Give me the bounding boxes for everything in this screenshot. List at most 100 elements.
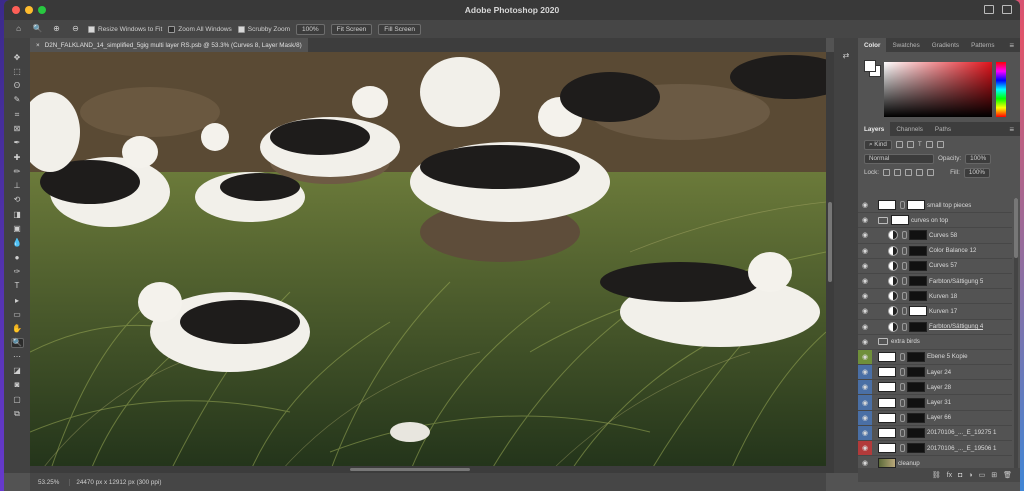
fill-field[interactable]: 100% <box>963 167 990 178</box>
trash-icon[interactable]: 🗑 <box>1003 471 1012 479</box>
fit-screen-button[interactable]: Fit Screen <box>330 23 373 35</box>
layer-thumbnail[interactable] <box>878 351 896 362</box>
pen-tool-icon[interactable]: ✑ <box>11 266 24 277</box>
folder-icon[interactable]: ▭ <box>979 471 986 479</box>
brush-tool-icon[interactable]: ✏ <box>11 166 24 177</box>
tab-layers[interactable]: Layers <box>858 122 891 136</box>
zoom-in-icon[interactable]: ⊕ <box>50 24 63 35</box>
frame-tool-icon[interactable]: ⊠ <box>11 123 24 134</box>
foreground-swatch[interactable] <box>864 60 876 72</box>
type-tool-icon[interactable]: T <box>11 281 24 292</box>
layer-thumbnail[interactable] <box>878 367 896 378</box>
layer-mask-thumbnail[interactable] <box>907 351 925 362</box>
tab-swatches[interactable]: Swatches <box>886 38 925 52</box>
layer-row[interactable]: ◉ Kurven 17 <box>858 304 1012 320</box>
layer-thumbnail[interactable] <box>878 382 896 393</box>
adjustment-icon[interactable] <box>888 321 898 332</box>
fx-icon[interactable]: fx <box>947 472 952 479</box>
canvas-vertical-scrollbar[interactable] <box>826 52 834 473</box>
layer-mask-thumbnail[interactable] <box>907 200 925 211</box>
scrubby-zoom-checkbox[interactable]: Scrubby Zoom <box>237 25 290 33</box>
new-layer-icon[interactable]: ⊞ <box>991 471 997 479</box>
lock-transparent-icon[interactable] <box>883 169 891 176</box>
tab-color[interactable]: Color <box>858 38 887 52</box>
adjustment-icon[interactable] <box>888 291 898 302</box>
layer-row[interactable]: ◉ 20170106_..._E_19275 1 <box>858 425 1012 441</box>
layer-row[interactable]: ◉ Layer 66 <box>858 410 1012 426</box>
layer-row[interactable]: ◉ curves on top <box>858 213 1012 229</box>
mask-icon[interactable]: ◘ <box>958 472 962 479</box>
minimize-window-button[interactable] <box>25 6 33 14</box>
layer-row[interactable]: ◉ 20170106_..._E_19506 1 <box>858 441 1012 457</box>
history-panel-icon[interactable]: ⇄ <box>840 50 853 61</box>
layer-mask-thumbnail[interactable] <box>909 245 927 256</box>
horizontal-scroll-thumb[interactable] <box>350 468 470 471</box>
canvas-horizontal-scrollbar[interactable] <box>30 466 826 473</box>
document-tab[interactable]: × D2N_FALKLAND_14_simplified_5gig multi … <box>30 38 308 52</box>
adjustment-icon[interactable] <box>888 306 898 317</box>
stamp-tool-icon[interactable]: ⊥ <box>11 181 24 192</box>
visibility-eye-icon[interactable]: ◉ <box>858 365 872 380</box>
quick-mask-tool-icon[interactable]: ◙ <box>11 380 24 391</box>
visibility-eye-icon[interactable]: ◉ <box>858 349 872 365</box>
blur-tool-icon[interactable]: 💧 <box>11 238 24 249</box>
quick-select-tool-icon[interactable]: ✎ <box>11 95 24 106</box>
rectangle-tool-icon[interactable]: ▭ <box>11 309 24 320</box>
color-panel-menu-icon[interactable]: ≡ <box>1009 41 1014 50</box>
link-icon[interactable] <box>902 246 907 255</box>
layers-scrollbar[interactable] <box>1014 198 1018 478</box>
layers-panel-menu-icon[interactable]: ≡ <box>1009 125 1014 134</box>
crop-tool-icon[interactable]: ⌗ <box>11 109 24 120</box>
home-icon[interactable]: ⌂ <box>12 24 25 35</box>
pixel-filter-icon[interactable] <box>895 141 903 148</box>
move-tool-icon[interactable]: ✥ <box>11 52 24 63</box>
artboard-tool-icon[interactable]: ⧉ <box>11 408 24 419</box>
adjustment-icon[interactable]: ◑ <box>968 472 972 479</box>
zoom-tool-icon[interactable]: 🔍 <box>10 337 24 348</box>
link-icon[interactable] <box>900 352 905 361</box>
layer-thumbnail[interactable] <box>878 397 896 408</box>
visibility-eye-icon[interactable]: ◉ <box>858 380 872 395</box>
link-icon[interactable] <box>900 201 905 210</box>
status-dimensions[interactable]: 24470 px x 12912 px (300 ppi) <box>69 478 161 486</box>
visibility-eye-icon[interactable]: ◉ <box>858 213 872 227</box>
adjustment-icon[interactable] <box>888 260 898 271</box>
link-icon[interactable]: ⛓ <box>932 471 941 479</box>
adjustment-icon[interactable] <box>888 245 898 256</box>
layer-row[interactable]: ◉ Layer 28 <box>858 380 1012 396</box>
layer-row[interactable]: ◉ Farbton/Sättigung 5 <box>858 274 1012 290</box>
visibility-eye-icon[interactable]: ◉ <box>858 425 872 440</box>
link-icon[interactable] <box>902 322 907 331</box>
tab-gradients[interactable]: Gradients <box>926 38 965 52</box>
layer-thumbnail[interactable] <box>878 200 896 211</box>
colors-tool-icon[interactable]: ◪ <box>11 366 24 377</box>
layer-thumbnail[interactable] <box>878 412 896 423</box>
marquee-tool-icon[interactable]: ⬚ <box>11 66 24 77</box>
link-icon[interactable] <box>900 428 905 437</box>
layer-mask-thumbnail[interactable] <box>907 367 925 378</box>
dodge-tool-icon[interactable]: ● <box>11 252 24 263</box>
link-icon[interactable] <box>902 231 907 240</box>
layer-mask-thumbnail[interactable] <box>909 230 927 241</box>
visibility-eye-icon[interactable]: ◉ <box>858 228 872 242</box>
visibility-eye-icon[interactable]: ◉ <box>858 259 872 273</box>
lock-position-icon[interactable] <box>905 169 913 176</box>
layer-mask-thumbnail[interactable] <box>909 306 927 317</box>
layers-scroll-thumb[interactable] <box>1014 198 1018 258</box>
adjustment-filter-icon[interactable] <box>906 141 914 148</box>
link-icon[interactable] <box>902 307 907 316</box>
layer-row[interactable]: ◉ small top pieces <box>858 198 1012 214</box>
layer-mask-thumbnail[interactable] <box>907 397 925 408</box>
link-icon[interactable] <box>902 292 907 301</box>
hand-tool-icon[interactable]: ✋ <box>11 324 24 335</box>
smart-object-filter-icon[interactable] <box>936 141 944 148</box>
vertical-scroll-thumb[interactable] <box>828 202 832 282</box>
link-icon[interactable] <box>900 444 905 453</box>
visibility-eye-icon[interactable]: ◉ <box>858 198 872 212</box>
layer-mask-thumbnail[interactable] <box>907 443 925 454</box>
document-canvas[interactable] <box>30 52 826 473</box>
close-tab-icon[interactable]: × <box>36 42 40 49</box>
layer-row[interactable]: ◉ Ebene 5 Kopie <box>858 349 1012 366</box>
kind-filter-select[interactable]: ⌕ Kind <box>864 139 892 150</box>
status-zoom[interactable]: 53.25% <box>38 479 59 486</box>
